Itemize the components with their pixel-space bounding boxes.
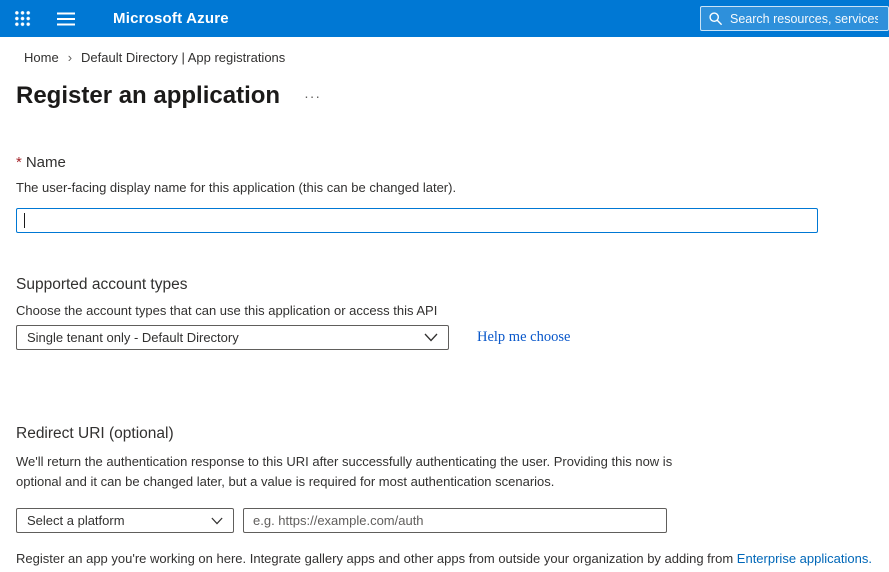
page-title-row: Register an application ···	[16, 82, 889, 110]
hamburger-menu-button[interactable]	[44, 0, 88, 37]
enterprise-applications-link[interactable]: Enterprise applications.	[737, 551, 872, 566]
name-label-text: Name	[25, 154, 66, 171]
search-icon	[709, 12, 722, 25]
waffle-menu-button[interactable]	[0, 0, 44, 37]
breadcrumb-chevron-icon: ›	[67, 50, 73, 65]
global-search-input[interactable]	[728, 10, 880, 27]
azure-brand-title[interactable]: Microsoft Azure	[113, 10, 229, 27]
topbar: Microsoft Azure	[0, 0, 889, 37]
text-caret	[24, 213, 25, 228]
platform-dropdown[interactable]: Select a platform	[16, 508, 234, 534]
hamburger-icon	[57, 17, 75, 20]
global-search-box[interactable]	[700, 6, 889, 31]
breadcrumb-current-link[interactable]: Default Directory | App registrations	[81, 50, 285, 65]
breadcrumb-home-link[interactable]: Home	[24, 50, 59, 65]
page-title: Register an application	[16, 82, 281, 109]
footer-note-text: Register an app you're working on here. …	[16, 551, 737, 567]
page-context-menu-button[interactable]: ···	[300, 89, 325, 103]
footer-note: Register an app you're working on here. …	[16, 551, 889, 566]
account-type-dropdown[interactable]: Single tenant only - Default Directory	[16, 325, 449, 350]
redirect-uri-input[interactable]	[243, 508, 667, 534]
name-field-description: The user-facing display name for this ap…	[16, 180, 457, 195]
name-input[interactable]	[16, 208, 818, 233]
account-types-description: Choose the account types that can use th…	[16, 303, 438, 318]
account-type-selected-value: Single tenant only - Default Directory	[27, 330, 239, 345]
redirect-uri-heading: Redirect URI (optional)	[16, 425, 174, 442]
account-types-heading: Supported account types	[16, 276, 188, 293]
name-field-label: * Name	[16, 154, 889, 171]
required-asterisk: *	[16, 154, 22, 171]
platform-selected-value: Select a platform	[27, 513, 125, 529]
name-input-wrapper	[16, 208, 818, 233]
chevron-down-icon	[424, 333, 438, 342]
help-me-choose-link[interactable]: Help me choose	[477, 329, 570, 346]
main-content: Home › Default Directory | App registrat…	[0, 37, 889, 566]
breadcrumb: Home › Default Directory | App registrat…	[24, 37, 889, 65]
waffle-icon	[13, 10, 31, 27]
chevron-down-icon	[211, 517, 223, 525]
redirect-uri-description: We'll return the authentication response…	[16, 454, 673, 490]
account-types-row: Single tenant only - Default Directory H…	[16, 325, 889, 350]
redirect-uri-row: Select a platform	[16, 508, 889, 534]
